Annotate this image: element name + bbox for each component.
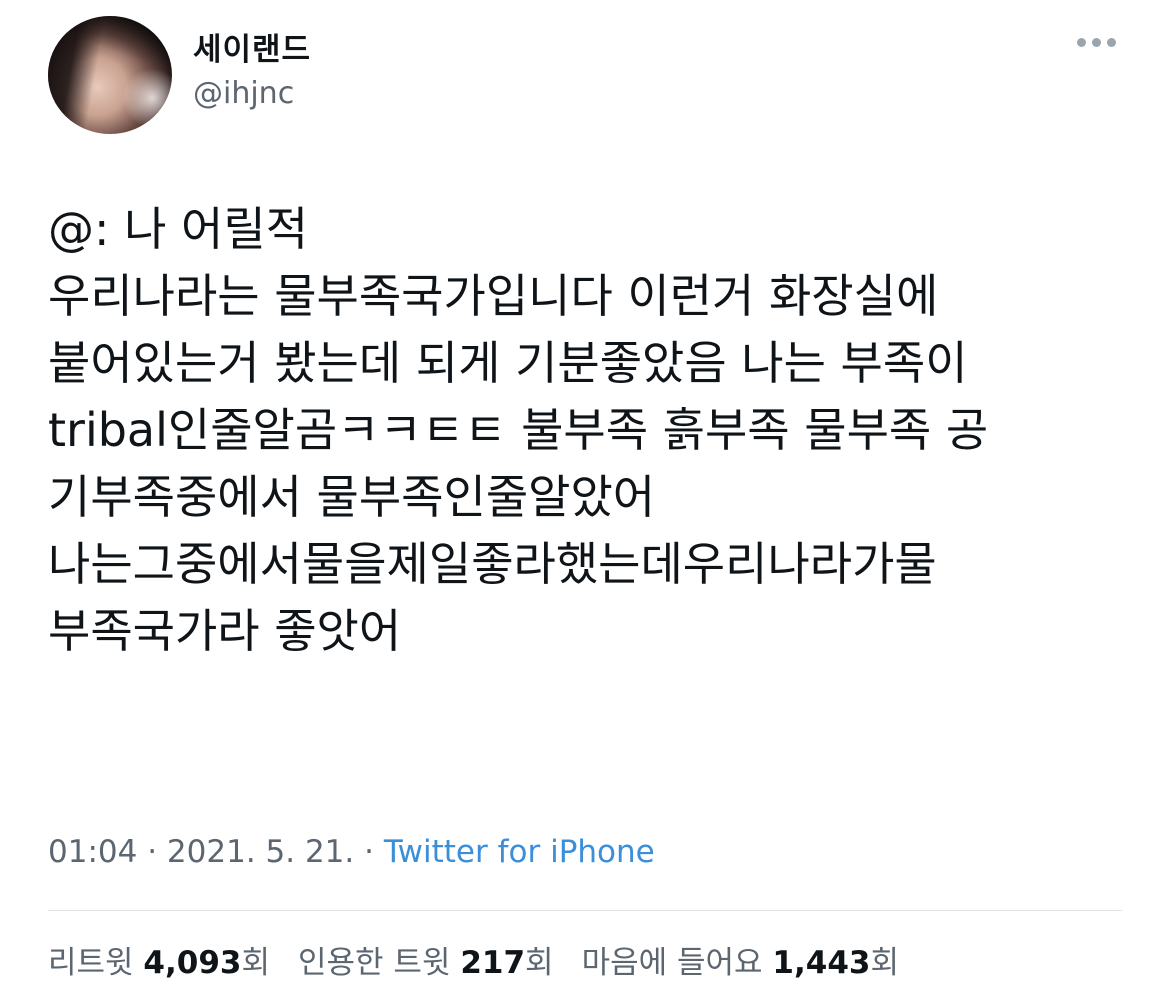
retweets-stat[interactable]: 리트윗 4,093회 xyxy=(48,937,270,982)
dot xyxy=(1107,38,1116,47)
meta-separator: · xyxy=(364,834,384,870)
avatar-overlay xyxy=(48,16,172,134)
author-handle[interactable]: @ihjnc xyxy=(193,76,294,111)
quotes-label: 인용한 트윗 xyxy=(298,945,461,981)
dot xyxy=(1092,38,1101,47)
likes-stat[interactable]: 마음에 들어요 1,443회 xyxy=(582,937,899,982)
quotes-stat[interactable]: 인용한 트윗 217회 xyxy=(298,937,554,982)
tweet: 세이랜드 @ihjnc @: 나 어릴적 우리나라는 물부족국가입니다 이런거 … xyxy=(0,0,1170,989)
divider xyxy=(48,910,1122,911)
dot xyxy=(1077,38,1086,47)
more-dots-icon[interactable] xyxy=(1077,38,1116,47)
meta-separator: · xyxy=(147,834,167,870)
tweet-time[interactable]: 01:04 xyxy=(48,834,137,870)
retweets-count: 4,093 xyxy=(143,945,242,981)
tweet-meta: 01:04 · 2021. 5. 21. · Twitter for iPhon… xyxy=(48,834,655,870)
tweet-date[interactable]: 2021. 5. 21. xyxy=(167,834,354,870)
quotes-unit: 회 xyxy=(525,945,554,981)
author-display-name[interactable]: 세이랜드 xyxy=(193,24,311,69)
avatar[interactable] xyxy=(48,16,172,134)
likes-label: 마음에 들어요 xyxy=(581,945,773,981)
retweets-unit: 회 xyxy=(241,945,271,981)
tweet-stats: 리트윗 4,093회 인용한 트윗 217회 마음에 들어요 1,443회 xyxy=(48,937,927,982)
retweets-label: 리트윗 xyxy=(48,945,144,981)
likes-unit: 회 xyxy=(870,945,899,981)
quotes-count: 217 xyxy=(460,945,526,981)
likes-count: 1,443 xyxy=(772,945,871,981)
tweet-source-link[interactable]: Twitter for iPhone xyxy=(384,834,655,870)
tweet-text: @: 나 어릴적 우리나라는 물부족국가입니다 이런거 화장실에 붙어있는거 봤… xyxy=(48,202,989,658)
